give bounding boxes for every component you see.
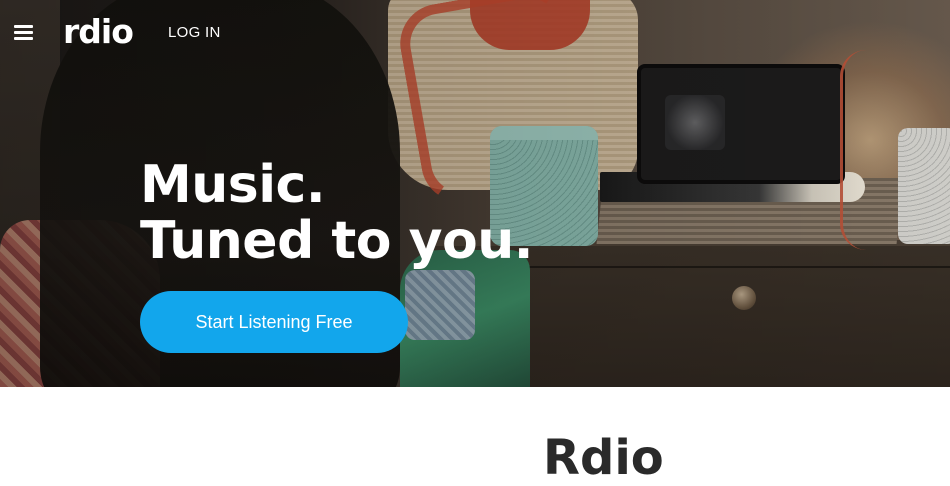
hero-banner: rdio LOG IN Music. Tuned to you. Start L… (0, 0, 950, 387)
start-listening-button[interactable]: Start Listening Free (140, 291, 408, 353)
hamburger-menu-icon[interactable] (14, 25, 33, 40)
login-link[interactable]: LOG IN (168, 24, 221, 41)
hero-headline-line-1: Music. (140, 155, 326, 215)
hero-headline-line-2: Tuned to you. (140, 211, 533, 271)
rdio-logo[interactable]: rdio (63, 12, 134, 52)
section-heading: Rdio (543, 430, 664, 486)
hero-headline: Music. Tuned to you. (140, 157, 533, 269)
